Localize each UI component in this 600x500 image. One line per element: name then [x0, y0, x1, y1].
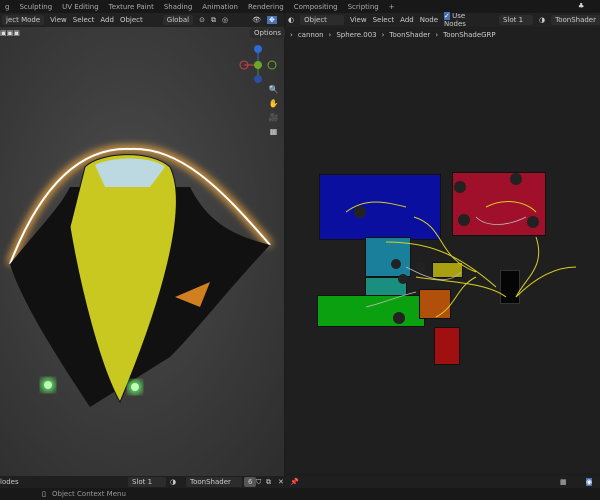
snap-icon[interactable]: ⧉ — [211, 16, 216, 25]
menu-object[interactable]: Object — [120, 16, 143, 24]
viewport-header: ject Mode View Select Add Object Global … — [0, 13, 284, 27]
menu-select[interactable]: Select — [73, 16, 95, 24]
fake-user-icon[interactable]: ⛉ — [256, 478, 261, 487]
menu-add[interactable]: Add — [100, 16, 114, 24]
proportional-icon[interactable]: ◎ — [222, 16, 228, 24]
menu-view[interactable]: View — [50, 16, 67, 24]
tab-texture-paint[interactable]: Texture Paint — [104, 3, 159, 11]
node-editor-header: ◐ Object View Select Add Node ✓ Use Node… — [286, 12, 600, 28]
material-name-field[interactable]: ToonShader — [551, 15, 600, 25]
use-nodes-checkbox[interactable]: ✓ Use Nodes — [444, 12, 481, 28]
tab-layout[interactable]: g — [0, 3, 14, 11]
node-menu-node[interactable]: Node — [420, 16, 438, 24]
mouse-icon: ▯ — [42, 490, 46, 498]
material-icon[interactable]: ◑ — [539, 16, 545, 24]
tab-compositing[interactable]: Compositing — [289, 3, 343, 11]
add-workspace-button[interactable]: + — [384, 3, 400, 11]
navigation-gizmo[interactable] — [236, 41, 282, 87]
orientation-select[interactable]: Global — [162, 15, 194, 25]
footer-material-field[interactable]: ToonShader — [186, 477, 242, 487]
mode-select[interactable]: ject Mode — [2, 15, 45, 25]
node-menu-add[interactable]: Add — [400, 16, 414, 24]
spaceship-model — [7, 145, 273, 407]
zoom-icon[interactable]: 🔍 — [268, 85, 279, 96]
tab-rendering[interactable]: Rendering — [243, 3, 289, 11]
3d-viewport[interactable]: ▣▣▣ Options 🔍 ✋ 🎥 ▦ — [0, 27, 286, 476]
status-bar: ▯ Object Context Menu — [0, 488, 600, 500]
tab-scripting[interactable]: Scripting — [343, 3, 384, 11]
node-links — [345, 173, 577, 324]
hand-pan-icon[interactable]: ✋ — [268, 99, 279, 110]
tab-uv-editing[interactable]: UV Editing — [57, 3, 104, 11]
tab-shading[interactable]: Shading — [159, 3, 197, 11]
node-editor-canvas[interactable]: › cannon › Sphere.003 › ToonShader › ToonSha… — [286, 27, 600, 473]
node-menu-view[interactable]: View — [350, 16, 367, 24]
duplicate-icon[interactable]: ⧉ — [266, 478, 271, 487]
visibility-icon[interactable]: 👁 — [252, 16, 261, 24]
selection-mode-icons[interactable]: ▣▣▣ — [0, 29, 20, 37]
status-hint: Object Context Menu — [52, 490, 126, 498]
scene-icon[interactable]: ♣ — [578, 2, 584, 10]
tab-animation[interactable]: Animation — [197, 3, 243, 11]
snap-toggle-icon[interactable]: ▦ — [560, 478, 567, 486]
footer-bar: lodes Slot 1 ◑ ToonShader 6 ⛉ ⧉ ✕ 📌 ▦ ◉ — [0, 476, 600, 488]
options-button[interactable]: Options — [250, 28, 286, 38]
pin-icon[interactable]: 📌 — [290, 478, 299, 486]
editor-type-icon[interactable]: ◐ — [288, 16, 294, 24]
overlay-toggle-icon[interactable]: ◉ — [586, 478, 593, 486]
pivot-icon[interactable]: ⊙ — [199, 16, 205, 24]
footer-material-icon[interactable]: ◑ — [170, 478, 176, 486]
gizmo-toggle-icon[interactable]: ✥ — [266, 16, 277, 24]
object-type-select[interactable]: Object — [300, 15, 344, 25]
workspace-tabs: g Sculpting UV Editing Texture Paint Sha… — [0, 0, 600, 13]
footer-slot-select[interactable]: Slot 1 — [128, 477, 166, 487]
tab-sculpting[interactable]: Sculpting — [14, 3, 57, 11]
material-users-count[interactable]: 6 — [244, 477, 257, 487]
slot-select[interactable]: Slot 1 — [498, 15, 533, 25]
footer-label: lodes — [0, 478, 19, 486]
unlink-icon[interactable]: ✕ — [278, 478, 284, 486]
node-menu-select[interactable]: Select — [373, 16, 395, 24]
camera-icon[interactable]: 🎥 — [268, 113, 279, 124]
